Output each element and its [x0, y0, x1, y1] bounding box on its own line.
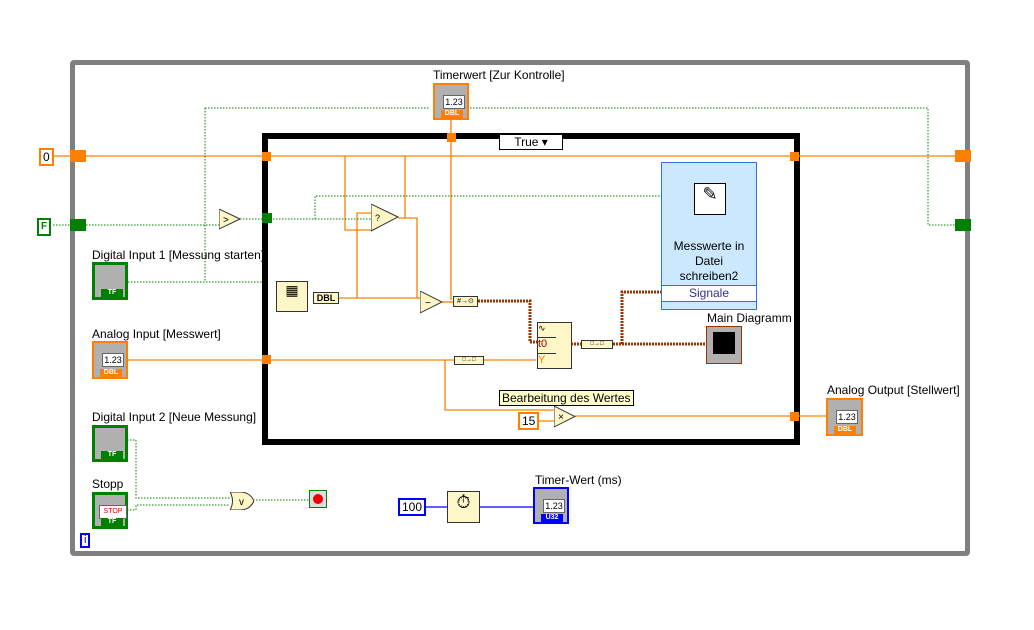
label-digital-input-1: Digital Input 1 [Messung starten]: [92, 248, 265, 262]
signale-terminal[interactable]: Signale: [662, 285, 756, 302]
tick-count-icon[interactable]: ▦: [276, 281, 308, 312]
shift-register-left-num[interactable]: [70, 150, 86, 162]
case-selector[interactable]: True ▾: [499, 134, 563, 150]
shift-register-right-num[interactable]: [955, 150, 971, 162]
label-analog-input: Analog Input [Messwert]: [92, 327, 221, 341]
timer-wert-indicator[interactable]: 1.23 U32: [533, 487, 569, 524]
analog-output-indicator[interactable]: 1.23 DBL: [826, 398, 863, 436]
svg-text:−: −: [425, 298, 431, 309]
y-input: Y: [538, 354, 546, 366]
comment-bearbeitung: Bearbeitung des Wertes: [499, 390, 634, 406]
digital-input-1-control[interactable]: TF: [92, 262, 128, 300]
type-tag: TF: [101, 451, 123, 459]
case-selector-value: True: [514, 135, 539, 149]
greater-than-node[interactable]: >: [219, 209, 241, 230]
shift-register-left-bool[interactable]: [70, 219, 86, 231]
label-timer-wert: Timer-Wert (ms): [535, 473, 622, 487]
constant-false[interactable]: F: [37, 218, 52, 236]
display: 1.23: [543, 499, 565, 513]
shift-register-right-bool[interactable]: [955, 219, 971, 231]
label-timerwert: Timerwert [Zur Kontrolle]: [433, 68, 565, 82]
to-dynamic-data[interactable]: □→□: [454, 356, 484, 365]
block-diagram: True ▾ 0 F Timerwert [Zur Kontrolle] 1.2…: [0, 0, 1034, 630]
type-tag: TF: [101, 289, 123, 297]
express-vi-title: Messwerte in: [673, 239, 745, 253]
or-gate[interactable]: v: [230, 492, 254, 510]
constant-100[interactable]: 100: [398, 498, 427, 516]
timerwert-indicator[interactable]: 1.23 DBL: [433, 83, 469, 120]
type-tag: TF: [101, 518, 123, 526]
display: 1.23: [443, 95, 465, 109]
case-tunnel: [790, 152, 799, 161]
svg-text:?: ?: [375, 213, 380, 223]
write-file-pencil-icon: ✎: [694, 183, 726, 215]
main-diagramm-chart-indicator[interactable]: [706, 326, 742, 364]
svg-text:×: ×: [558, 412, 564, 423]
label-main-diagramm: Main Diagramm: [707, 311, 792, 325]
select-node[interactable]: ?: [371, 204, 399, 232]
case-tunnel-bool: [262, 213, 272, 223]
type-tag: DBL: [834, 426, 856, 434]
display: 1.23: [102, 353, 124, 367]
digital-input-2-control[interactable]: TF: [92, 425, 128, 462]
wire-stop: [127, 439, 309, 511]
express-vi-title: Datei: [694, 254, 723, 268]
stopp-button-control[interactable]: STOP TF: [92, 492, 128, 529]
waveform-icon: ∿: [538, 323, 556, 338]
subtract-node[interactable]: −: [420, 291, 443, 314]
express-vi-write-file[interactable]: ✎ Messwerte in Datei schreiben2 Signale: [661, 162, 757, 310]
label-analog-output: Analog Output [Stellwert]: [827, 383, 960, 397]
case-tunnel: [447, 133, 456, 142]
constant-zero[interactable]: 0: [39, 148, 54, 166]
iteration-terminal: i: [80, 533, 91, 548]
analog-input-control[interactable]: 1.23 DBL: [92, 341, 128, 379]
case-tunnel: [790, 412, 799, 421]
loop-condition-stop-icon[interactable]: [309, 490, 327, 508]
type-tag: U32: [541, 514, 563, 522]
t0-input: t0: [538, 338, 556, 354]
to-timestamp-conversion[interactable]: #→⊙: [453, 296, 478, 307]
wait-metronome-icon[interactable]: ⏱: [447, 491, 480, 523]
express-vi-title: schreiben2: [679, 269, 739, 283]
to-dbl-conversion[interactable]: DBL: [313, 292, 339, 304]
constant-15[interactable]: 15: [518, 412, 540, 430]
waveform-to-dynamic[interactable]: □→□: [581, 340, 613, 349]
label-digital-input-2: Digital Input 2 [Neue Messung]: [92, 410, 257, 424]
wire-shift-register-num: [53, 155, 955, 231]
case-tunnel: [262, 152, 271, 161]
multiply-node[interactable]: ×: [554, 406, 576, 428]
build-waveform-node[interactable]: ∿ t0 Y: [537, 322, 572, 369]
chart-icon: [713, 332, 735, 354]
type-tag: DBL: [100, 369, 122, 377]
stop-label: STOP: [99, 505, 127, 519]
case-tunnel: [262, 355, 271, 364]
display: 1.23: [836, 410, 858, 424]
wires: [53, 107, 955, 511]
label-stopp: Stopp: [92, 477, 124, 491]
svg-text:v: v: [239, 497, 244, 508]
wire-select-out: [398, 156, 420, 299]
type-tag: DBL: [441, 110, 463, 118]
svg-text:>: >: [223, 215, 229, 226]
